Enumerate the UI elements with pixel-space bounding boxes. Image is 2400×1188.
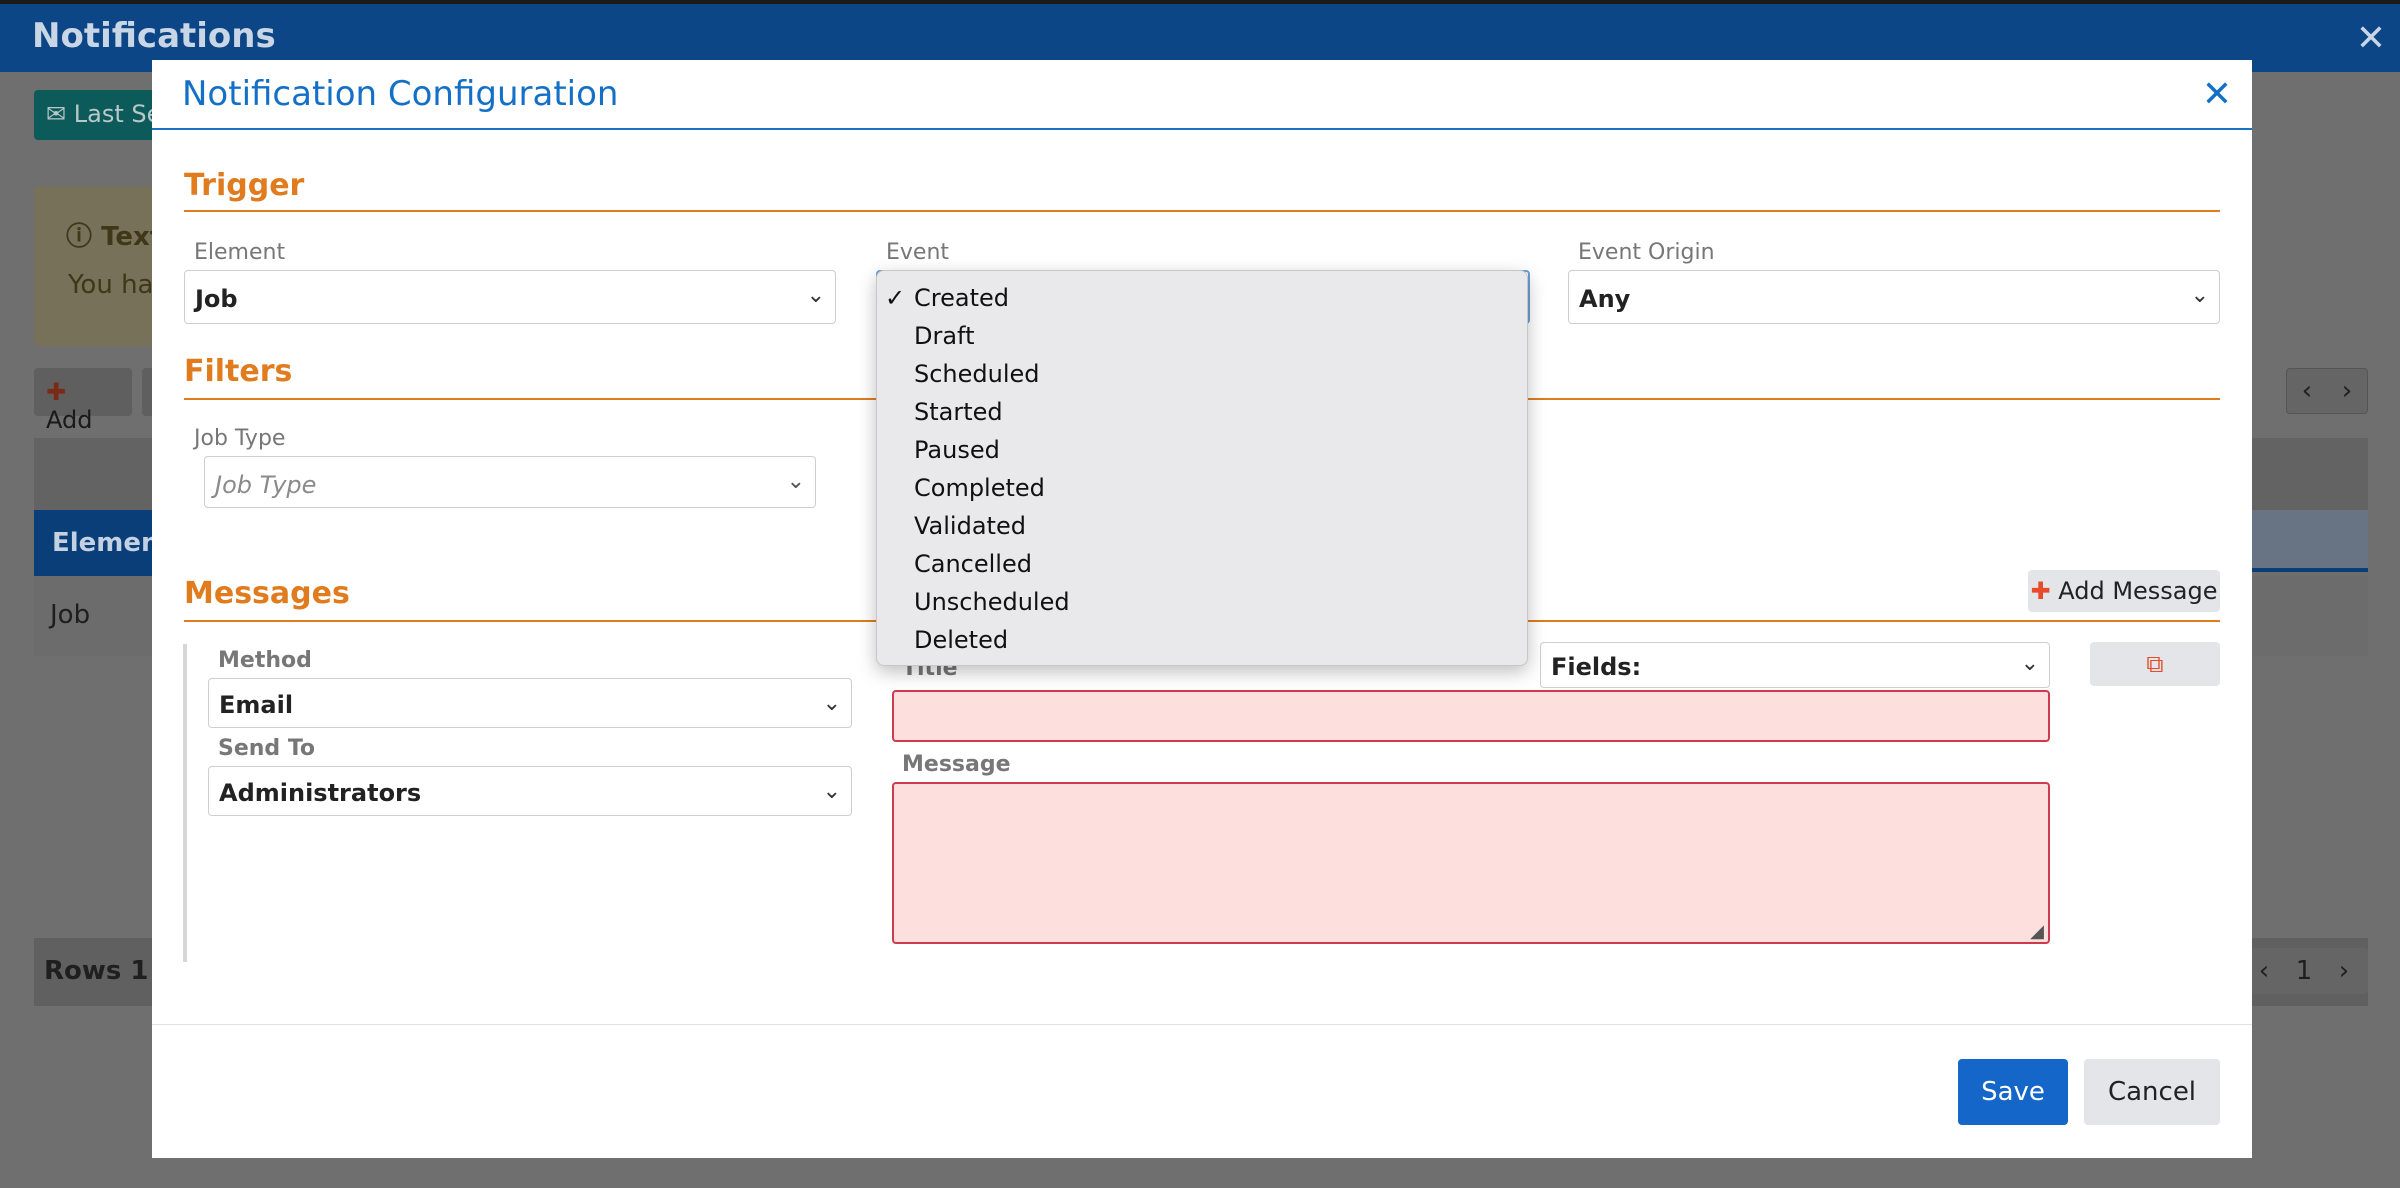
chevron-down-icon: ⌄	[2020, 651, 2039, 676]
method-select-value: Email	[219, 691, 294, 719]
background-rows-label: Rows 1 t	[44, 956, 154, 986]
job-type-placeholder: Job Type	[215, 471, 317, 499]
event-dropdown-menu: ✓ Created Draft Scheduled Started Paused Compl…	[876, 270, 1528, 666]
background-pager-top: ‹ ›	[2286, 368, 2368, 414]
event-option-label: Deleted	[914, 626, 1009, 654]
event-option-label: Scheduled	[914, 360, 1040, 388]
event-option-draft[interactable]: Draft	[877, 317, 1527, 355]
event-option-label: Created	[914, 284, 1009, 312]
save-button[interactable]: Save	[1958, 1059, 2068, 1125]
event-option-label: Validated	[914, 512, 1026, 540]
trigger-heading: Trigger	[184, 168, 305, 203]
event-option-completed[interactable]: Completed	[877, 469, 1527, 507]
resize-handle-icon[interactable]: ◢	[2030, 921, 2044, 942]
event-option-label: Cancelled	[914, 550, 1032, 578]
modal-header: Notification Configuration ✕	[152, 60, 2252, 130]
event-origin-select[interactable]: Any ⌄	[1568, 270, 2220, 324]
copy-button[interactable]: ⧉	[2090, 642, 2220, 686]
close-icon[interactable]: ✕	[2202, 74, 2232, 115]
chevron-right-icon: ›	[2338, 956, 2350, 986]
background-page-title: Notifications	[32, 16, 276, 56]
event-option-label: Draft	[914, 322, 975, 350]
event-option-cancelled[interactable]: Cancelled	[877, 545, 1527, 583]
messages-heading: Messages	[184, 576, 350, 611]
plus-icon: ✚	[46, 378, 67, 406]
background-alert-box	[34, 186, 154, 346]
background-alert-text: You ha	[68, 270, 154, 300]
background-row-element: Job	[50, 600, 91, 630]
background-close-icon: ✕	[2355, 18, 2386, 59]
event-option-label: Started	[914, 398, 1003, 426]
send-to-select-value: Administrators	[219, 779, 422, 807]
background-header-band	[2250, 510, 2368, 572]
event-option-deleted[interactable]: Deleted	[877, 621, 1527, 659]
chevron-down-icon: ⌄	[806, 283, 825, 308]
event-option-scheduled[interactable]: Scheduled	[877, 355, 1527, 393]
chevron-down-icon: ⌄	[822, 779, 841, 804]
send-to-select[interactable]: Administrators ⌄	[208, 766, 852, 816]
send-to-label: Send To	[218, 736, 316, 761]
background-add-button: ✚ Add	[34, 368, 132, 434]
checkmark-icon: ✓	[885, 284, 906, 312]
copy-icon: ⧉	[2146, 650, 2164, 678]
background-last-sent-button: ✉ Last Se	[34, 90, 164, 140]
chevron-left-icon: ‹	[2301, 376, 2313, 406]
job-type-select[interactable]: Job Type ⌄	[204, 456, 816, 508]
modal-footer: Save Cancel	[152, 1024, 2252, 1158]
event-origin-select-value: Any	[1579, 285, 1631, 313]
event-option-label: Paused	[914, 436, 1000, 464]
chevron-down-icon: ⌄	[2190, 283, 2209, 308]
message-group-bar	[183, 644, 187, 962]
event-option-validated[interactable]: Validated	[877, 507, 1527, 545]
trigger-divider	[184, 210, 2220, 212]
event-option-created[interactable]: ✓ Created	[877, 279, 1527, 317]
fields-select-value: Fields:	[1551, 653, 1642, 681]
page-number: 1	[2295, 956, 2313, 986]
chevron-down-icon: ⌄	[822, 691, 841, 716]
chevron-right-icon: ›	[2341, 376, 2353, 406]
message-label: Message	[902, 752, 1011, 777]
element-select[interactable]: Job ⌄	[184, 270, 836, 324]
element-label: Element	[194, 240, 286, 265]
event-option-label: Completed	[914, 474, 1045, 502]
modal-title: Notification Configuration	[182, 74, 619, 114]
plus-icon: ✚	[2030, 577, 2051, 605]
background-alert-title: ⓘ Text	[66, 222, 154, 252]
job-type-label: Job Type	[194, 426, 286, 451]
element-select-value: Job	[195, 285, 238, 313]
event-option-unscheduled[interactable]: Unscheduled	[877, 583, 1527, 621]
event-option-label: Unscheduled	[914, 588, 1070, 616]
cancel-button[interactable]: Cancel	[2084, 1059, 2220, 1125]
event-origin-label: Event Origin	[1578, 240, 1715, 265]
method-label: Method	[218, 648, 312, 673]
event-label: Event	[886, 240, 950, 265]
background-pager-bottom: ‹ 1 ›	[2244, 948, 2368, 994]
background-column-element: Element	[34, 510, 172, 576]
add-message-button[interactable]: ✚ Add Message	[2028, 570, 2220, 612]
event-option-started[interactable]: Started	[877, 393, 1527, 431]
filters-heading: Filters	[184, 354, 293, 389]
fields-select[interactable]: Fields: ⌄	[1540, 642, 2050, 688]
title-input[interactable]	[892, 690, 2050, 742]
event-option-paused[interactable]: Paused	[877, 431, 1527, 469]
message-textarea[interactable]: ◢	[892, 782, 2050, 944]
chevron-down-icon: ⌄	[786, 469, 805, 494]
method-select[interactable]: Email ⌄	[208, 678, 852, 728]
